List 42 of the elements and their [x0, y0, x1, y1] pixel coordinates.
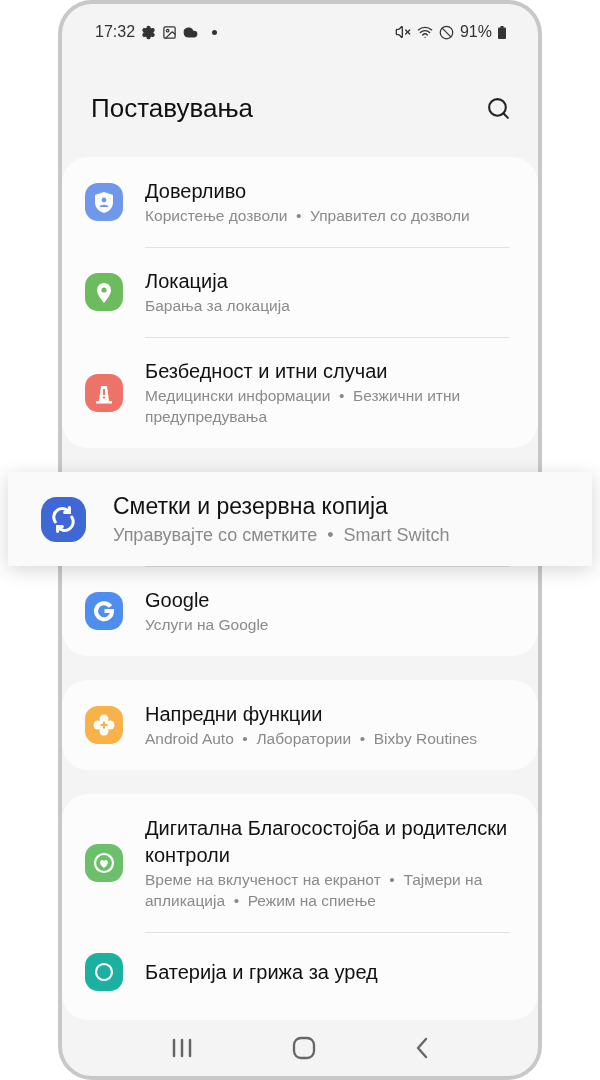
settings-item[interactable]: Доверливо Користење дозволи • Управител со дозволи	[62, 157, 538, 247]
item-title: Дигитална Благосостојба и родителски контроли	[145, 816, 509, 868]
g-logo-icon	[94, 601, 114, 622]
battery-percent: 91%	[459, 23, 492, 41]
battery-icon	[498, 25, 506, 39]
settings-item[interactable]: Google Услуги на Google	[62, 566, 538, 656]
warning-cone-icon	[96, 385, 112, 403]
notification-dot-icon	[212, 29, 218, 35]
item-subtitle: Медицински информации • Безжични итни предупредувања	[145, 386, 462, 427]
page-title: Поставувања	[91, 93, 255, 124]
circle-icon	[94, 962, 114, 982]
mute-icon	[394, 24, 411, 40]
item-subtitle: Android Auto • Лаборатории • Bixby Routines	[145, 729, 479, 749]
settings-item[interactable]: Безбедност и итни случаи Медицински информации • Безжични итни предупредувања	[62, 337, 538, 448]
item-title: Доверливо	[145, 179, 248, 204]
flower-plus-icon	[93, 714, 115, 736]
settings-item[interactable]: Напредни функции Android Auto • Лаборатории • Bixby Routines	[62, 680, 538, 770]
settings-item[interactable]: Локација Барања за локација	[62, 247, 538, 337]
item-subtitle: Користење дозволи • Управител со дозволи	[145, 206, 471, 226]
highlighted-settings-item[interactable]: Сметки и резервна копија Управувајте со сметките • Smart Switch	[8, 472, 592, 566]
item-subtitle: Време на вклученост на екранот • Тајмери на апликација • Режим на спиење	[145, 870, 484, 911]
item-title: Батерија и грижа за уред	[145, 959, 379, 985]
item-subtitle: Услуги на Google	[145, 615, 270, 635]
item-title: Напредни функции	[145, 702, 324, 727]
cloud-icon	[183, 24, 199, 40]
item-subtitle: Барања за локација	[145, 296, 291, 316]
location-pin-icon	[97, 283, 111, 303]
image-icon	[162, 24, 178, 40]
sync-icon	[52, 505, 75, 533]
item-title: Сметки и резервна копија	[113, 492, 389, 521]
status-time: 17:32	[95, 23, 136, 41]
settings-icon	[141, 24, 157, 40]
item-title: Локација	[145, 269, 229, 294]
heart-circle-icon	[93, 852, 115, 874]
block-icon	[438, 24, 454, 40]
settings-item[interactable]: Дигитална Благосостојба и родителски контроли Време на вклученост на екранот • Тајмери на апликација • Режим на спиење	[62, 794, 538, 932]
item-title: Безбедност и итни случаи	[145, 359, 389, 384]
shield-person-icon	[95, 192, 113, 213]
item-title: Google	[145, 588, 211, 613]
item-subtitle: Управувајте со сметките • Smart Switch	[113, 524, 451, 547]
wifi-icon	[416, 24, 433, 40]
settings-item[interactable]: Батерија и грижа за уред	[62, 932, 538, 1012]
